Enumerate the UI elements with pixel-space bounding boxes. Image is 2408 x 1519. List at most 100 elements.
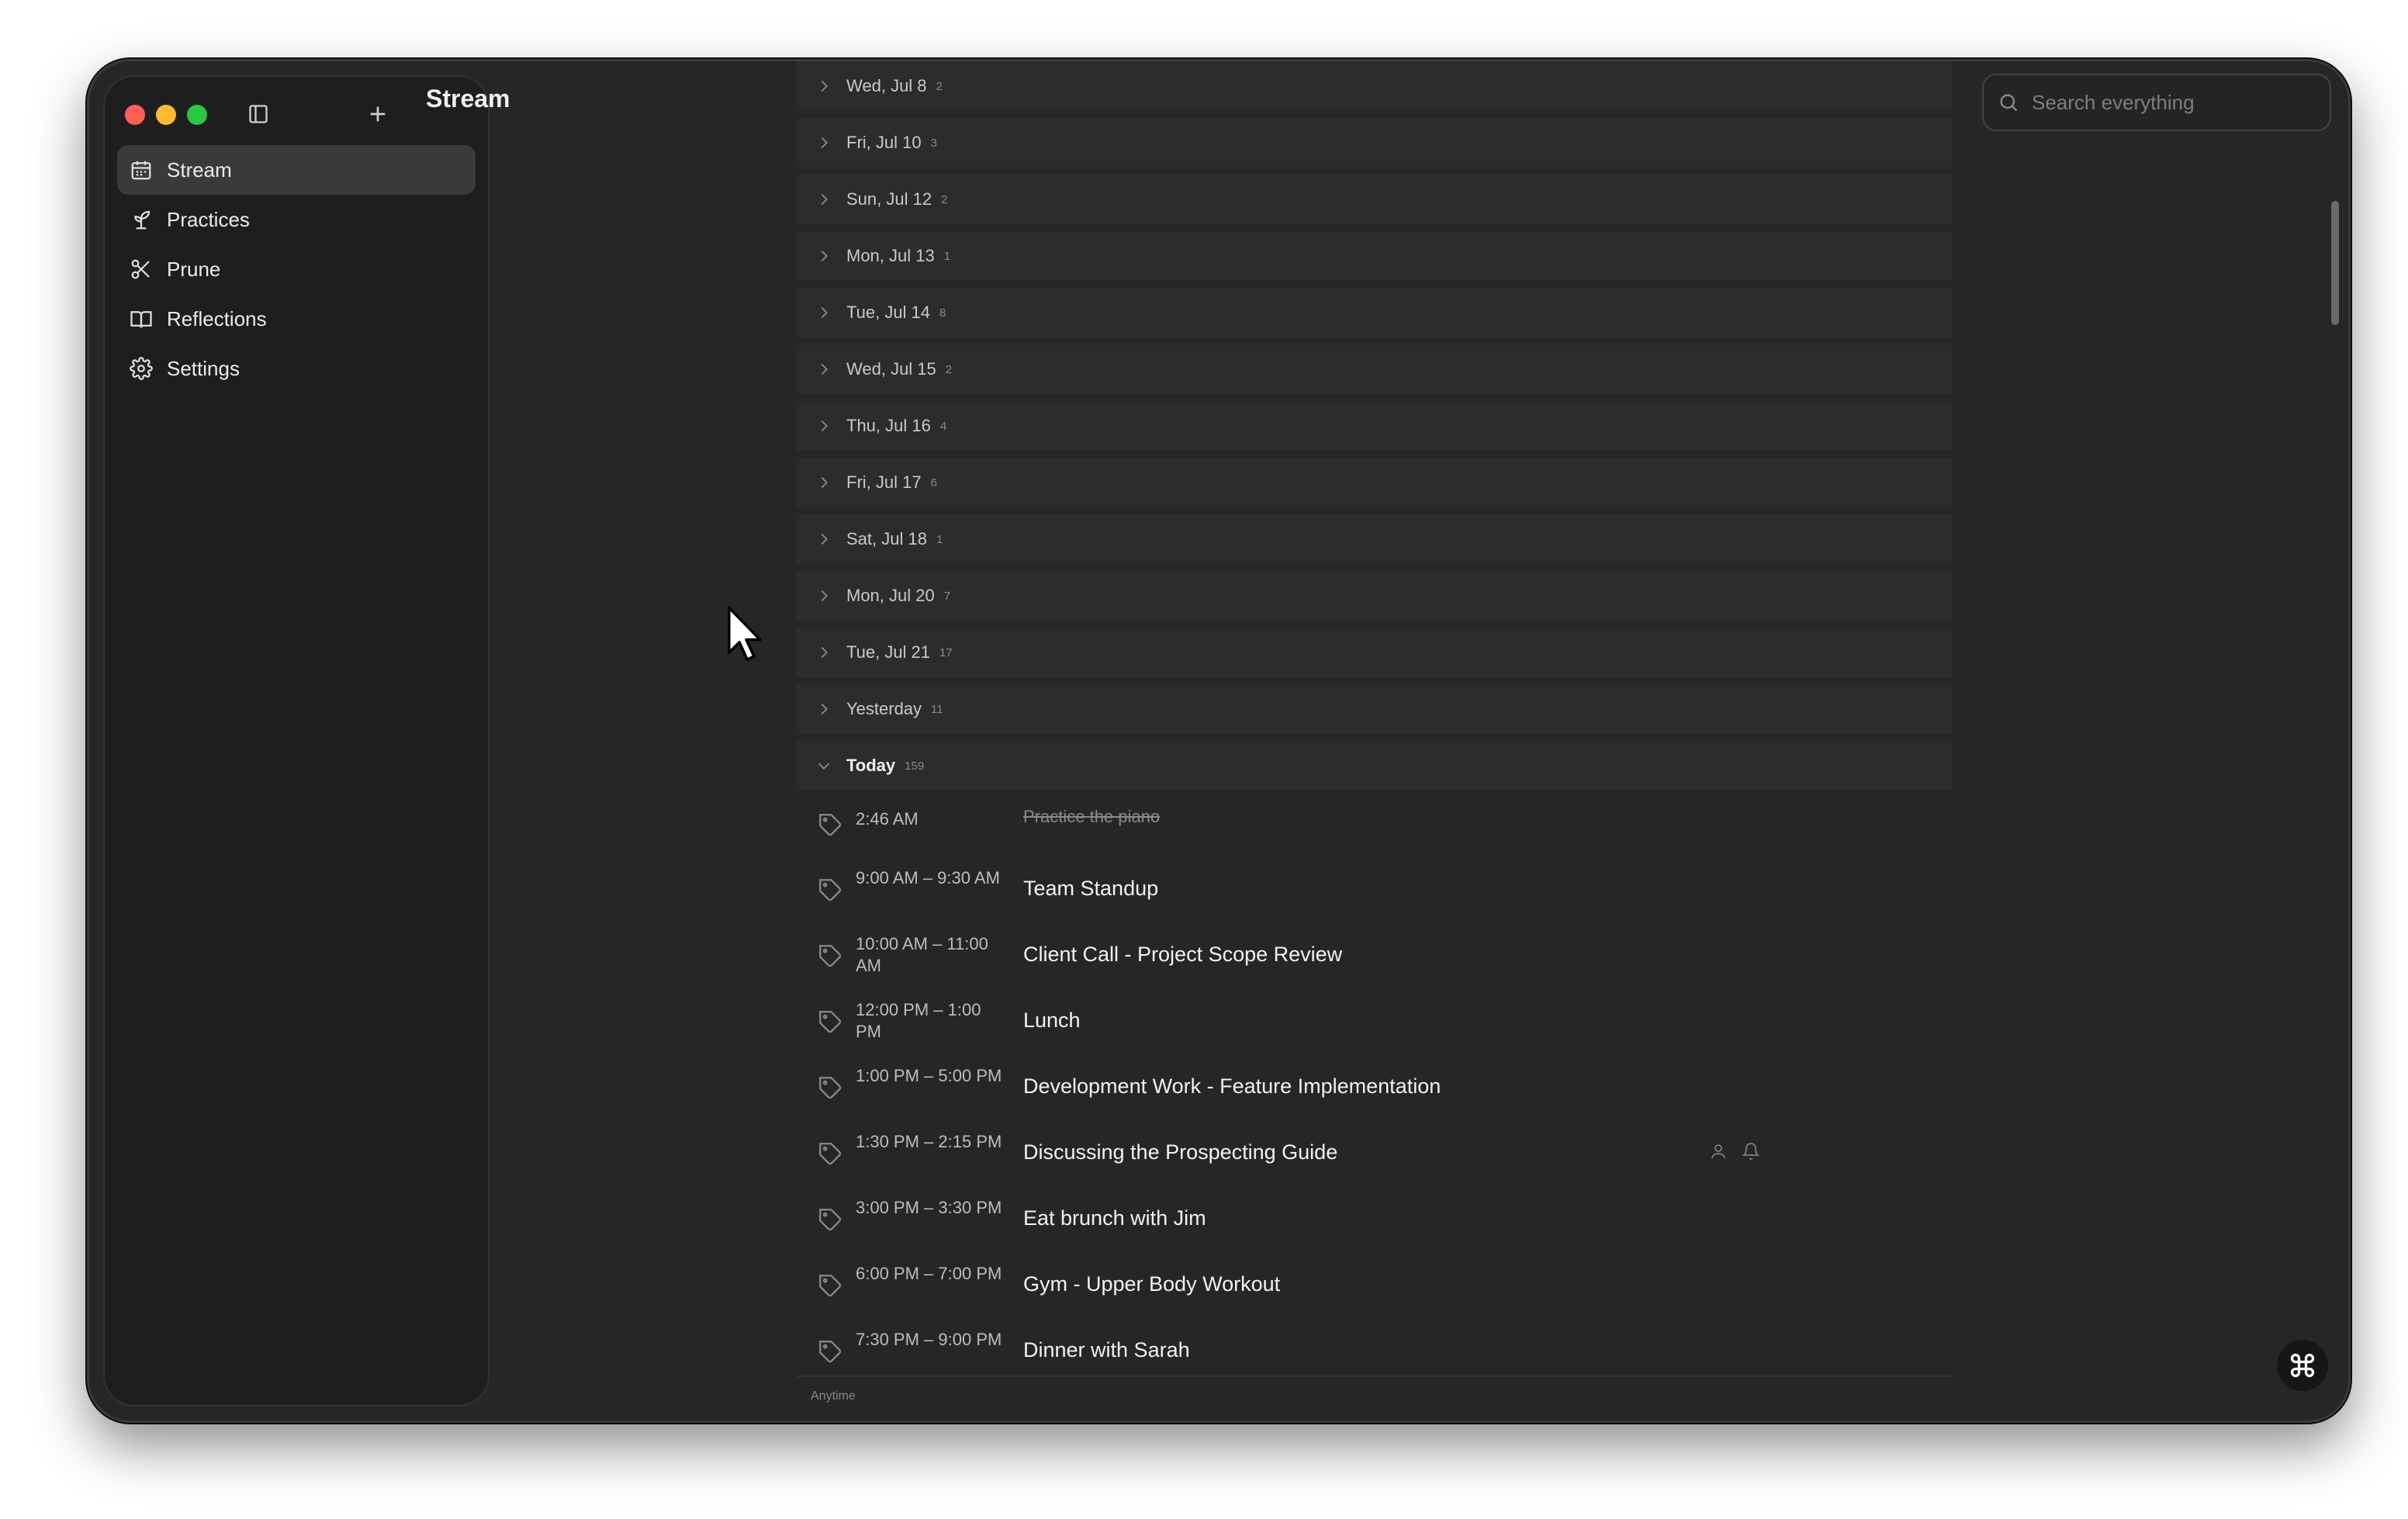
- sidebar-item-label: Practices: [167, 207, 250, 231]
- day-count: 2: [941, 192, 948, 206]
- plant-icon: [134, 210, 150, 230]
- day-group-header[interactable]: Fri, Jul 17 6: [797, 458, 1953, 507]
- day-label: Mon, Jul 20: [846, 586, 935, 605]
- event-row[interactable]: 3:00 PM – 3:30 PM Eat brunch with Jim: [797, 1186, 1953, 1251]
- event-title: Team Standup: [1023, 877, 1159, 900]
- day-count: 6: [930, 476, 937, 490]
- day-group-header[interactable]: Wed, Jul 8 2: [797, 61, 1953, 111]
- day-count: 2: [936, 79, 943, 93]
- sidebar-toggle-icon[interactable]: [247, 103, 269, 125]
- day-group-header[interactable]: Sun, Jul 12 2: [797, 175, 1953, 224]
- search-input[interactable]: [2030, 89, 2313, 116]
- chevron-right-icon: [821, 363, 828, 375]
- person-icon[interactable]: [1709, 1142, 1728, 1161]
- tag-icon[interactable]: [817, 1009, 843, 1035]
- day-label: Today: [846, 756, 896, 775]
- chevron-right-icon: [821, 250, 828, 262]
- chevron-right-icon: [821, 137, 828, 149]
- event-actions: [1709, 1142, 1760, 1161]
- sidebar: Stream Practices Prune Reflections Setti…: [103, 75, 490, 1407]
- event-row[interactable]: 1:30 PM – 2:15 PM Discussing the Prospec…: [797, 1120, 1953, 1185]
- day-group-header[interactable]: Mon, Jul 13 1: [797, 231, 1953, 281]
- tag-icon[interactable]: [817, 1272, 843, 1299]
- day-label: Mon, Jul 13: [846, 246, 935, 265]
- chevron-right-icon: [821, 703, 828, 715]
- sidebar-item-reflections[interactable]: Reflections: [117, 294, 476, 344]
- event-title: Dinner with Sarah: [1023, 1338, 1190, 1362]
- day-label: Tue, Jul 14: [846, 303, 931, 322]
- tag-icon[interactable]: [817, 877, 843, 903]
- day-group-header[interactable]: Tue, Jul 21 17: [797, 628, 1953, 677]
- chevron-right-icon: [821, 590, 828, 602]
- sidebar-item-label: Stream: [167, 157, 232, 182]
- sidebar-item-label: Reflections: [167, 306, 267, 330]
- tag-icon[interactable]: [817, 1074, 843, 1101]
- command-button[interactable]: [2277, 1340, 2328, 1391]
- day-count: 1: [936, 532, 943, 546]
- day-group-header[interactable]: Sat, Jul 18 1: [797, 514, 1953, 564]
- day-group-header[interactable]: Thu, Jul 16 4: [797, 401, 1953, 451]
- day-count: 3: [930, 136, 937, 150]
- chevron-right-icon: [821, 533, 828, 545]
- day-group-header[interactable]: Mon, Jul 20 7: [797, 571, 1953, 621]
- sidebar-nav: Stream Practices Prune Reflections Setti…: [117, 145, 476, 393]
- day-group-header-today[interactable]: Today 159: [797, 741, 1953, 791]
- day-group-header[interactable]: Yesterday 11: [797, 684, 1953, 734]
- event-time: 1:00 PM – 5:00 PM: [856, 1066, 1002, 1085]
- chevron-right-icon: [821, 420, 828, 432]
- day-label: Sat, Jul 18: [846, 529, 927, 548]
- chevron-right-icon: [821, 476, 828, 489]
- search-icon: [2000, 94, 2018, 112]
- day-label: Tue, Jul 21: [846, 642, 931, 662]
- day-group-header[interactable]: Tue, Jul 14 8: [797, 288, 1953, 337]
- event-time: 9:00 AM – 9:30 AM: [856, 868, 1000, 888]
- event-row[interactable]: 2:46 AM Practice the piano: [797, 791, 1953, 856]
- day-count: 7: [943, 589, 951, 603]
- event-row[interactable]: 12:00 PM – 1:00 PM Lunch: [797, 988, 1953, 1054]
- tag-icon[interactable]: [817, 943, 843, 969]
- tag-icon[interactable]: [817, 1140, 843, 1167]
- minimize-window-button[interactable]: [156, 105, 176, 125]
- sidebar-item-settings[interactable]: Settings: [117, 344, 476, 393]
- tag-icon[interactable]: [817, 1338, 843, 1365]
- event-row[interactable]: 6:00 PM – 7:00 PM Gym - Upper Body Worko…: [797, 1252, 1953, 1317]
- day-group-header[interactable]: Fri, Jul 10 3: [797, 118, 1953, 168]
- chevron-right-icon: [821, 646, 828, 659]
- sidebar-item-practices[interactable]: Practices: [117, 195, 476, 244]
- event-title: Lunch: [1023, 1009, 1081, 1032]
- close-window-button[interactable]: [125, 105, 145, 125]
- today-events: 2:46 AM Practice the piano 9:00 AM – 9:3…: [797, 798, 1953, 1384]
- event-row[interactable]: 10:00 AM – 11:00 AM Client Call - Projec…: [797, 922, 1953, 988]
- scissors-icon: [131, 259, 150, 279]
- event-time: 12:00 PM – 1:00 PM: [856, 1000, 981, 1041]
- day-count: 1: [943, 249, 951, 263]
- gear-icon: [130, 357, 153, 380]
- zoom-window-button[interactable]: [187, 105, 207, 125]
- day-label: Fri, Jul 10: [846, 133, 922, 152]
- event-row[interactable]: 9:00 AM – 9:30 AM Team Standup: [797, 856, 1953, 922]
- tag-icon[interactable]: [817, 811, 843, 838]
- page-title: Stream: [426, 85, 510, 112]
- day-label: Sun, Jul 12: [846, 189, 932, 209]
- sidebar-item-stream[interactable]: Stream: [117, 145, 476, 195]
- command-icon: [2290, 1353, 2315, 1378]
- event-title: Client Call - Project Scope Review: [1023, 943, 1343, 966]
- chevron-right-icon: [821, 306, 828, 319]
- event-row[interactable]: 1:00 PM – 5:00 PM Development Work - Fea…: [797, 1054, 1953, 1119]
- stream-list: Wed, Jul 8 2 Fri, Jul 10 3 Sun, Jul 12 2…: [797, 61, 1953, 1384]
- event-title: Development Work - Feature Implementatio…: [1023, 1074, 1441, 1098]
- chevron-right-icon: [821, 80, 828, 92]
- sidebar-item-prune[interactable]: Prune: [117, 244, 476, 294]
- day-count: 2: [945, 362, 953, 376]
- bell-icon[interactable]: [1742, 1142, 1760, 1161]
- event-row[interactable]: 7:30 PM – 9:00 PM Dinner with Sarah: [797, 1318, 1953, 1383]
- day-label: Fri, Jul 17: [846, 472, 922, 492]
- search-box[interactable]: [1982, 74, 2331, 131]
- tag-icon[interactable]: [817, 1206, 843, 1233]
- add-icon[interactable]: [365, 102, 390, 126]
- scrollbar[interactable]: [2331, 201, 2339, 325]
- event-title: Gym - Upper Body Workout: [1023, 1272, 1281, 1296]
- event-time: 6:00 PM – 7:00 PM: [856, 1264, 1002, 1283]
- day-group-header[interactable]: Wed, Jul 15 2: [797, 344, 1953, 394]
- day-label: Yesterday: [846, 699, 922, 718]
